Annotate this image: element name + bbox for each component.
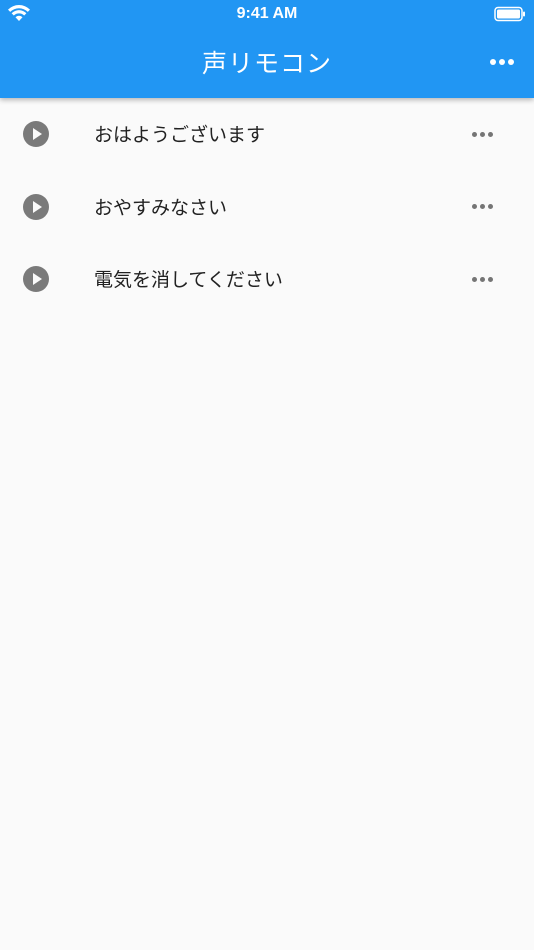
more-icon-dot xyxy=(499,59,505,65)
more-icon-dot xyxy=(508,59,514,65)
list-item[interactable]: おはようございます xyxy=(0,98,534,171)
play-icon[interactable] xyxy=(23,121,49,147)
list-item[interactable]: 電気を消してください xyxy=(0,243,534,316)
more-icon-dot xyxy=(490,59,496,65)
status-bar: 9:41 AM xyxy=(0,0,534,28)
play-icon[interactable] xyxy=(23,193,49,220)
status-time: 9:41 AM xyxy=(236,5,298,22)
list-item[interactable]: おやすみなさい xyxy=(0,171,534,244)
item-more-icon[interactable] xyxy=(470,197,494,217)
item-more-icon[interactable] xyxy=(470,124,494,144)
item-more-icon[interactable] xyxy=(470,269,494,289)
item-label: おやすみなさい xyxy=(94,196,228,219)
play-icon[interactable] xyxy=(23,266,49,292)
app-bar: 9:41 AM 声リモコン xyxy=(0,0,534,98)
item-label: 電気を消してください xyxy=(94,269,283,291)
item-label: おはようございます xyxy=(94,124,266,146)
page-title: 声リモコン xyxy=(201,49,332,78)
battery-icon xyxy=(494,6,525,22)
phrase-list: おはようございます おやすみなさい 電気を消してください xyxy=(0,98,534,316)
more-options-button[interactable] xyxy=(484,46,520,78)
